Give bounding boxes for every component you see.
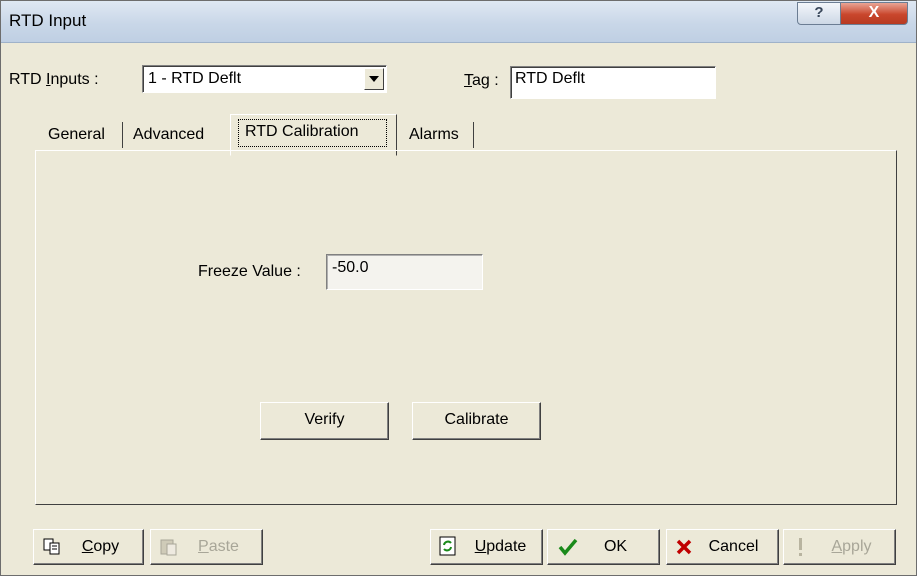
tab-rtd-calibration-label: RTD Calibration (245, 123, 359, 140)
rtd-inputs-value: 1 - RTD Deflt (148, 70, 242, 87)
ok-button[interactable]: OK (547, 529, 660, 565)
tab-general-label: General (48, 126, 105, 143)
apply-button[interactable]: Apply (783, 529, 896, 565)
tab-panel (35, 150, 897, 505)
exclamation-icon (799, 538, 802, 556)
tab-alarms[interactable]: Alarms (399, 118, 475, 150)
help-icon: ? (814, 4, 824, 21)
freeze-value: -50.0 (332, 259, 369, 276)
rtd-inputs-label: RTD Inputs : (9, 71, 99, 88)
verify-button[interactable]: Verify (260, 402, 389, 440)
tab-advanced-label: Advanced (133, 126, 205, 143)
update-label: Update (474, 538, 527, 555)
update-button[interactable]: Update (430, 529, 543, 565)
close-icon: X (868, 4, 880, 21)
paste-button[interactable]: Paste (150, 529, 263, 565)
copy-label: Copy (81, 538, 120, 555)
window-title: RTD Input (9, 11, 87, 30)
chevron-down-icon (369, 76, 379, 82)
apply-label: Apply (831, 538, 872, 555)
calibrate-label: Calibrate (444, 411, 509, 428)
tab-advanced[interactable]: Advanced (125, 118, 225, 150)
verify-label: Verify (304, 411, 345, 428)
paste-label: Paste (198, 538, 239, 555)
tab-divider (473, 122, 474, 148)
tag-label: Tag : (464, 72, 499, 89)
dropdown-button[interactable] (364, 68, 384, 90)
ok-label: OK (603, 538, 628, 555)
cancel-button[interactable]: Cancel (666, 529, 779, 565)
cancel-label: Cancel (708, 538, 759, 555)
tab-alarms-label: Alarms (409, 126, 459, 143)
update-icon (439, 536, 456, 556)
help-button[interactable]: ? (797, 2, 841, 25)
freeze-value-field[interactable]: -50.0 (326, 254, 483, 290)
freeze-value-label: Freeze Value : (198, 263, 301, 280)
rtd-input-window: RTD Input ? X RTD Inputs : 1 - RTD Deflt… (0, 0, 917, 576)
copy-button[interactable]: Copy (33, 529, 144, 565)
tab-general[interactable]: General (36, 118, 123, 150)
calibrate-button[interactable]: Calibrate (412, 402, 541, 440)
tab-divider (122, 122, 123, 148)
close-button[interactable]: X (840, 2, 908, 25)
rtd-inputs-dropdown[interactable]: 1 - RTD Deflt (142, 65, 387, 93)
tag-input[interactable]: RTD Deflt (510, 66, 716, 99)
title-bar: RTD Input ? X (1, 1, 916, 43)
tag-input-value: RTD Deflt (515, 70, 585, 87)
